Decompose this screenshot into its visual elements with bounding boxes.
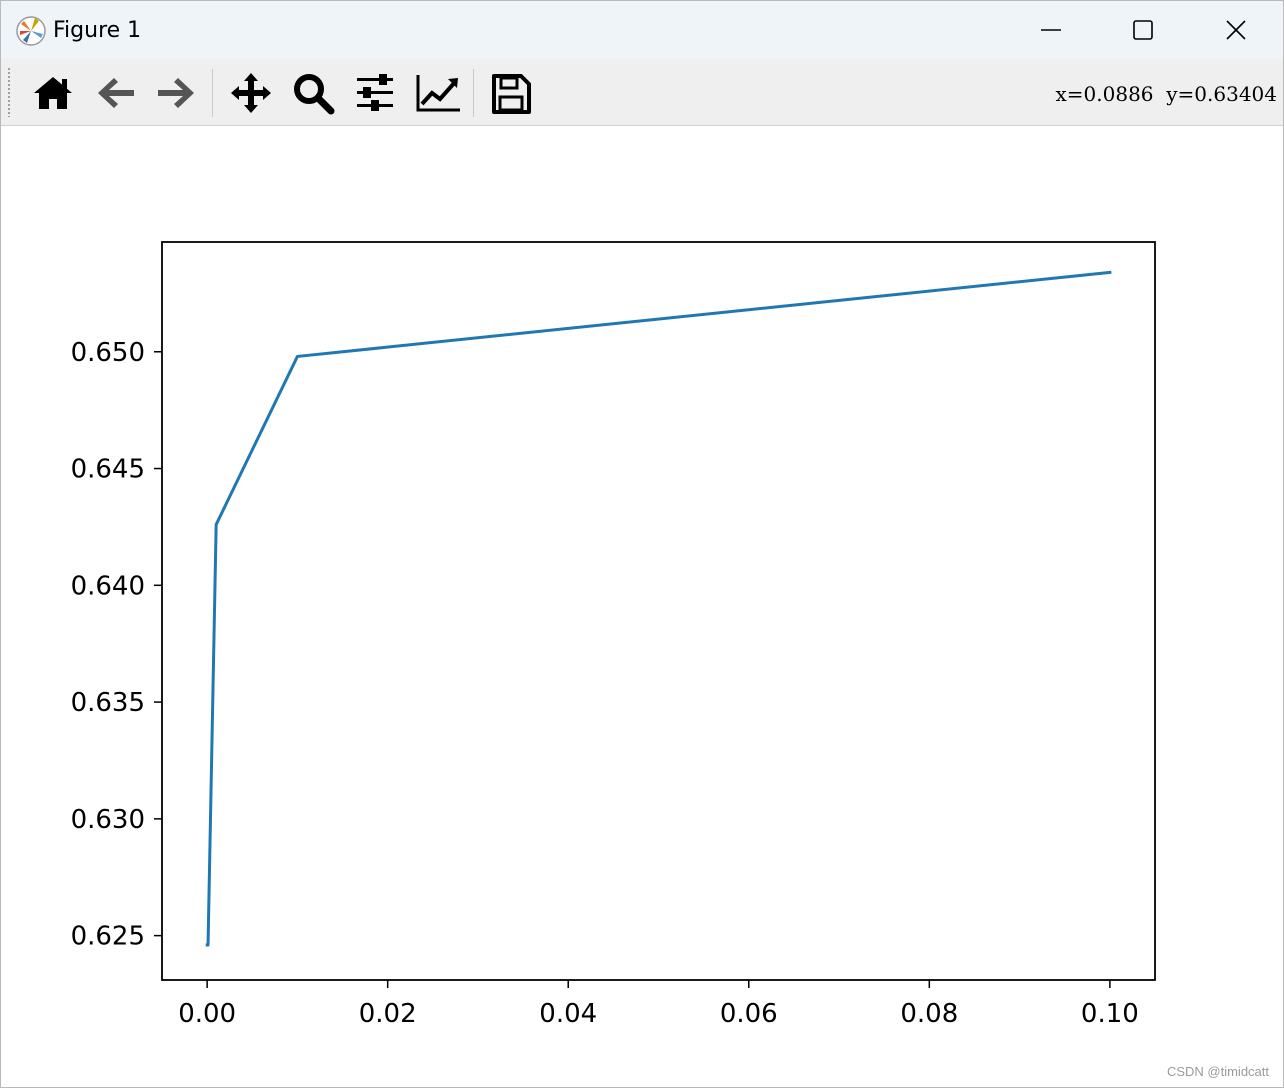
zoom-button[interactable] — [287, 67, 339, 119]
configure-subplots-button[interactable] — [349, 67, 401, 119]
watermark-text: CSDN @timidcatt — [1166, 1064, 1269, 1079]
maximize-icon — [1133, 20, 1153, 40]
edit-axis-button[interactable] — [410, 67, 462, 119]
pan-button[interactable] — [225, 67, 277, 119]
floppy-disk-icon — [492, 74, 531, 114]
title-bar[interactable]: Figure 1 — [1, 1, 1283, 59]
close-icon — [1226, 20, 1246, 40]
magnifier-icon — [294, 74, 335, 115]
cursor-coordinates: x=0.0886 y=0.63404 — [1055, 82, 1278, 106]
close-button[interactable] — [1189, 1, 1283, 59]
toolbar-separator — [473, 69, 474, 117]
x-tick-label: 0.00 — [178, 999, 236, 1029]
y-tick-label: 0.630 — [71, 805, 145, 835]
move-icon — [231, 73, 271, 113]
toolbar-grip[interactable] — [7, 67, 11, 117]
save-button[interactable] — [485, 67, 537, 119]
toolbar-separator — [212, 69, 213, 117]
x-tick-label: 0.02 — [359, 999, 417, 1029]
minimize-icon — [1041, 29, 1061, 31]
x-tick-label: 0.08 — [900, 999, 958, 1029]
y-tick-label: 0.645 — [71, 455, 145, 485]
arrow-left-icon — [98, 78, 134, 108]
maximize-button[interactable] — [1096, 1, 1190, 59]
back-button[interactable] — [90, 67, 142, 119]
x-tick-label: 0.10 — [1081, 999, 1139, 1029]
matplotlib-logo-icon — [16, 16, 46, 46]
line-chart-icon — [416, 75, 460, 112]
window-title: Figure 1 — [53, 18, 142, 43]
home-button[interactable] — [27, 67, 79, 119]
x-tick-label: 0.04 — [539, 999, 597, 1029]
forward-button[interactable] — [150, 67, 202, 119]
x-tick-label: 0.06 — [720, 999, 778, 1029]
arrow-right-icon — [158, 78, 194, 108]
minimize-button[interactable] — [1004, 1, 1098, 59]
plot-area[interactable] — [162, 242, 1155, 980]
home-icon — [34, 77, 72, 109]
figure-canvas[interactable]: 0.00 0.02 0.04 0.06 0.08 0.10 0.625 0.630 0.635 0… — [1, 126, 1283, 1087]
y-tick-label: 0.640 — [71, 571, 145, 601]
figure-window: Figure 1 x=0.0886 y=0.63404 0.00 0.02 0.… — [0, 0, 1284, 1088]
sliders-icon — [357, 74, 393, 111]
y-tick-label: 0.635 — [71, 688, 145, 718]
navigation-toolbar: x=0.0886 y=0.63404 — [1, 59, 1283, 126]
y-tick-label: 0.625 — [71, 922, 145, 952]
y-tick-label: 0.650 — [71, 338, 145, 368]
